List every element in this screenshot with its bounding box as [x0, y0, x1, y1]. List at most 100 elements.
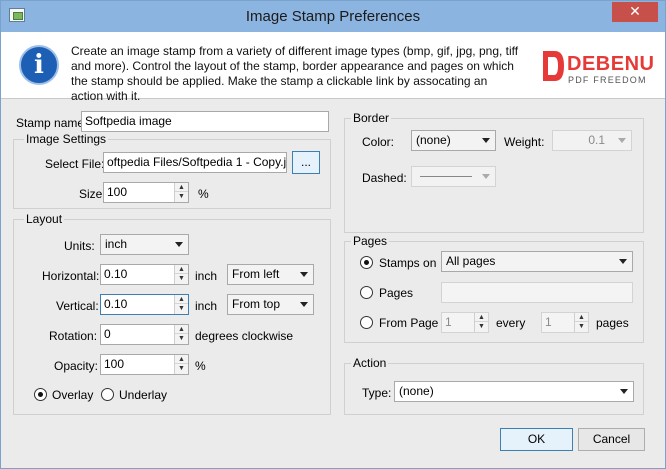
size-value: 100 [107, 185, 128, 199]
stamps-on-label[interactable]: Stamps on [379, 256, 436, 270]
size-spinner[interactable]: ▲ ▼ [174, 183, 188, 202]
vertical-label: Vertical: [56, 299, 99, 313]
units-label: Units: [64, 239, 95, 253]
pages-label[interactable]: Pages [379, 286, 413, 300]
rotation-spinner[interactable]: ▲ ▼ [174, 325, 188, 344]
border-color-dropdown[interactable]: (none) [411, 130, 496, 151]
stamps-on-radio[interactable] [360, 256, 373, 269]
border-title: Border [351, 111, 392, 125]
weight-label: Weight: [504, 135, 545, 149]
image-settings-title: Image Settings [24, 132, 109, 146]
window-title: Image Stamp Preferences [245, 8, 421, 25]
pages-radio[interactable] [360, 286, 373, 299]
underlay-label[interactable]: Underlay [119, 388, 167, 402]
weight-value: 0.1 [588, 133, 605, 147]
every-spinner[interactable]: ▲ ▼ [574, 313, 588, 332]
horizontal-from-value: From left [232, 267, 280, 281]
horizontal-input[interactable]: 0.10 ▲ ▼ [100, 264, 189, 285]
layout-title: Layout [24, 212, 65, 226]
ok-button[interactable]: OK [500, 428, 573, 451]
opacity-unit: % [195, 359, 206, 373]
spin-up-icon[interactable]: ▲ [175, 265, 188, 274]
weight-dropdown[interactable]: 0.1 [552, 130, 632, 151]
debenu-logo-mark-icon [543, 51, 564, 81]
rotation-unit: degrees clockwise [195, 329, 294, 343]
border-color-value: (none) [416, 133, 451, 147]
vertical-from-dropdown[interactable]: From top [227, 294, 314, 315]
spin-down-icon[interactable]: ▼ [175, 334, 188, 343]
vertical-spinner[interactable]: ▲ ▼ [174, 295, 188, 314]
spin-up-icon[interactable]: ▲ [175, 355, 188, 364]
stamps-on-dropdown[interactable]: All pages [441, 251, 633, 272]
chevron-down-icon [300, 302, 308, 307]
units-value: inch [105, 237, 128, 251]
info-banner: i Create an image stamp from a variety o… [1, 32, 665, 103]
action-type-dropdown[interactable]: (none) [394, 381, 634, 402]
overlay-label[interactable]: Overlay [52, 388, 93, 402]
select-file-label: Select File: [45, 157, 105, 171]
stamps-on-value: All pages [446, 254, 496, 268]
spin-down-icon[interactable]: ▼ [175, 192, 188, 201]
title-bar[interactable]: Image Stamp Preferences ✕ [1, 1, 665, 32]
rotation-input[interactable]: 0 ▲ ▼ [100, 324, 189, 345]
every-value: 1 [545, 315, 552, 329]
file-path-input[interactable]: oftpedia Files/Softpedia 1 - Copy.jpg [103, 152, 287, 173]
dashed-label: Dashed: [362, 171, 407, 185]
chevron-down-icon [175, 242, 183, 247]
spin-down-icon[interactable]: ▼ [175, 364, 188, 373]
size-unit: % [198, 187, 209, 201]
vertical-from-value: From top [232, 297, 281, 311]
stamp-name-input[interactable]: Softpedia image [81, 111, 329, 132]
horizontal-spinner[interactable]: ▲ ▼ [174, 265, 188, 284]
vertical-unit: inch [195, 299, 218, 313]
horizontal-value: 0.10 [104, 267, 128, 281]
every-label: every [496, 316, 526, 330]
spin-down-icon[interactable]: ▼ [475, 322, 488, 331]
browse-file-button[interactable]: ... [292, 151, 320, 174]
vertical-value: 0.10 [104, 297, 128, 311]
spin-up-icon[interactable]: ▲ [575, 313, 588, 322]
logo-tagline: PDF FREEDOM [568, 75, 647, 85]
from-page-input[interactable]: 1 ▲ ▼ [441, 312, 489, 333]
every-input[interactable]: 1 ▲ ▼ [541, 312, 589, 333]
stamp-name-label: Stamp name: [16, 116, 88, 130]
logo-wordmark: DEBENU [567, 53, 655, 75]
from-page-label[interactable]: From Page [379, 316, 438, 330]
cancel-button[interactable]: Cancel [578, 428, 645, 451]
close-button[interactable]: ✕ [612, 2, 658, 22]
dash-style-preview [420, 176, 472, 177]
info-icon: i [19, 45, 59, 85]
action-type-label: Type: [362, 386, 392, 400]
dashed-dropdown[interactable] [411, 166, 496, 187]
chevron-down-icon [619, 259, 627, 264]
from-page-radio[interactable] [360, 316, 373, 329]
spin-down-icon[interactable]: ▼ [175, 304, 188, 313]
size-input[interactable]: 100 ▲ ▼ [103, 182, 189, 203]
horizontal-from-dropdown[interactable]: From left [227, 264, 314, 285]
spin-down-icon[interactable]: ▼ [175, 274, 188, 283]
size-label: Size [79, 187, 103, 201]
units-dropdown[interactable]: inch [100, 234, 189, 255]
spin-down-icon[interactable]: ▼ [575, 322, 588, 331]
rotation-label: Rotation: [49, 329, 98, 343]
overlay-radio[interactable] [34, 388, 47, 401]
spin-up-icon[interactable]: ▲ [175, 325, 188, 334]
horizontal-unit: inch [195, 269, 218, 283]
pages-input[interactable] [441, 282, 633, 303]
chevron-down-icon [482, 174, 490, 179]
horizontal-label: Horizontal: [42, 269, 100, 283]
opacity-input[interactable]: 100 ▲ ▼ [100, 354, 189, 375]
spin-up-icon[interactable]: ▲ [175, 183, 188, 192]
rotation-value: 0 [104, 327, 111, 341]
opacity-spinner[interactable]: ▲ ▼ [174, 355, 188, 374]
vertical-input[interactable]: 0.10 ▲ ▼ [100, 294, 189, 315]
spin-up-icon[interactable]: ▲ [175, 295, 188, 304]
dialog-window: Image Stamp Preferences ✕ i Create an im… [0, 0, 666, 469]
opacity-label: Opacity: [54, 359, 99, 373]
underlay-radio[interactable] [101, 388, 114, 401]
action-title: Action [351, 356, 389, 370]
chevron-down-icon [620, 389, 628, 394]
from-page-spinner[interactable]: ▲ ▼ [474, 313, 488, 332]
border-color-label: Color: [362, 135, 395, 149]
spin-up-icon[interactable]: ▲ [475, 313, 488, 322]
